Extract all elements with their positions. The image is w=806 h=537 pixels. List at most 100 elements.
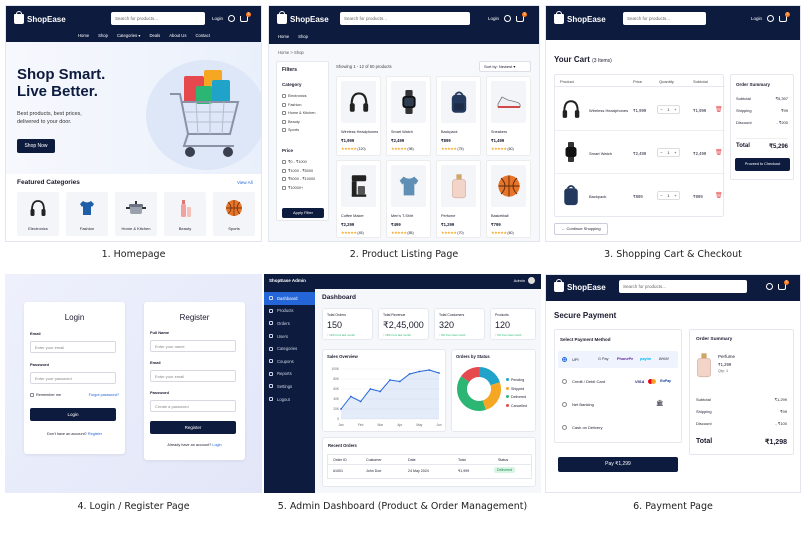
- category-sports[interactable]: Sports: [213, 192, 255, 236]
- logo[interactable]: ShopEase: [554, 11, 606, 24]
- breadcrumb-home[interactable]: Home: [278, 50, 289, 55]
- register-password-field[interactable]: Create a password: [150, 400, 236, 412]
- nav-contact[interactable]: Contact: [195, 33, 209, 38]
- nav-shop[interactable]: Shop: [98, 33, 108, 38]
- product-card[interactable]: Smart Watch ₹2,499 ★★★★★ (98): [386, 76, 431, 156]
- forgot-password-link[interactable]: Forgot password?: [89, 393, 119, 397]
- login-button[interactable]: Login: [30, 408, 116, 421]
- increase-qty[interactable]: +: [674, 193, 676, 198]
- search-input[interactable]: Search for products...: [619, 280, 747, 293]
- method-upi[interactable]: UPI G Pay PhonePe paytm BHIM: [558, 351, 678, 368]
- nav-shop[interactable]: Shop: [298, 34, 308, 39]
- checkbox[interactable]: [282, 102, 286, 107]
- decrease-qty[interactable]: −: [660, 150, 662, 155]
- product-card[interactable]: Basketball ₹799 ★★★★★ (60): [486, 160, 531, 238]
- user-icon[interactable]: [228, 15, 236, 22]
- filter-price-0[interactable]: ₹0 - ₹1000: [282, 158, 315, 167]
- product-card[interactable]: Sneakers ₹1,499 ★★★★★ (60): [486, 76, 531, 156]
- sidebar-item-users[interactable]: Users: [264, 330, 315, 343]
- category-fashion[interactable]: Fashion: [66, 192, 108, 236]
- trash-icon[interactable]: 🗑: [715, 149, 723, 156]
- nav-about[interactable]: About Us: [169, 33, 186, 38]
- user-icon[interactable]: [767, 15, 775, 22]
- register-email-field[interactable]: Enter your email: [150, 370, 236, 382]
- sidebar-item-products[interactable]: Products: [264, 305, 315, 318]
- filter-price-1[interactable]: ₹1000 - ₹5000: [282, 167, 315, 176]
- trash-icon[interactable]: 🗑: [715, 106, 723, 113]
- increase-qty[interactable]: +: [674, 150, 676, 155]
- filter-electronics[interactable]: Electronics: [282, 92, 315, 101]
- product-card[interactable]: Coffee Maker ₹2,299 ★★★★★ (45): [336, 160, 381, 238]
- filter-price-2[interactable]: ₹5000 - ₹10000: [282, 175, 315, 184]
- search-input[interactable]: Search for products...: [340, 12, 470, 25]
- search-input[interactable]: Search for products...: [623, 12, 706, 25]
- product-card[interactable]: Men's T-Shirt ₹499 ★★★★★ (85): [386, 160, 431, 238]
- fullname-field[interactable]: Enter your name: [150, 340, 236, 352]
- method-cod[interactable]: Cash on Delivery: [558, 420, 678, 435]
- nav-categories[interactable]: Categories ▾: [117, 33, 141, 38]
- method-netbanking[interactable]: Net Banking 🏛: [558, 397, 678, 412]
- decrease-qty[interactable]: −: [660, 107, 662, 112]
- checkbox[interactable]: [282, 111, 286, 116]
- cart-icon[interactable]: 3: [779, 11, 791, 22]
- sidebar-item-reports[interactable]: Reports: [264, 368, 315, 381]
- register-link[interactable]: Register: [88, 432, 102, 436]
- shop-now-button[interactable]: Shop Now: [17, 139, 55, 153]
- checkbox[interactable]: [282, 128, 286, 133]
- remember-checkbox[interactable]: [30, 393, 34, 397]
- sidebar-item-dashboard[interactable]: Dashboard: [264, 292, 315, 305]
- product-card[interactable]: Backpack ₹899 ★★★★★ (75): [436, 76, 481, 156]
- user-icon[interactable]: [504, 15, 512, 22]
- login-email-field[interactable]: Enter your email: [30, 341, 116, 353]
- table-row[interactable]: #1001 John Doe 24 May 2024 ₹1,999 Delive…: [327, 465, 532, 479]
- cart-icon[interactable]: 3: [240, 11, 252, 22]
- checkbox[interactable]: [282, 160, 286, 164]
- sidebar-item-categories[interactable]: Categories: [264, 342, 315, 355]
- method-card[interactable]: Credit / Debit Card VISA RuPay: [558, 374, 678, 389]
- nav-home[interactable]: Home: [78, 33, 89, 38]
- decrease-qty[interactable]: −: [660, 193, 662, 198]
- quantity-stepper[interactable]: −1 +: [657, 148, 680, 157]
- login-link[interactable]: Login: [751, 16, 762, 21]
- checkbox[interactable]: [282, 94, 286, 98]
- radio[interactable]: [562, 425, 567, 430]
- checkbox[interactable]: [282, 185, 286, 190]
- sidebar-item-coupons[interactable]: Coupons: [264, 355, 315, 368]
- category-beauty[interactable]: Beauty: [164, 192, 206, 236]
- filter-fashion[interactable]: Fashion: [282, 101, 315, 110]
- filter-price-3[interactable]: ₹10000+: [282, 184, 315, 193]
- product-card[interactable]: Perfume ₹1,299 ★★★★★ (70): [436, 160, 481, 238]
- sidebar-item-logout[interactable]: Logout: [264, 393, 315, 406]
- logo[interactable]: ShopEase: [554, 279, 606, 292]
- login-link[interactable]: Login: [488, 16, 499, 21]
- sidebar-item-orders[interactable]: Orders: [264, 317, 315, 330]
- pay-button[interactable]: Pay ₹1,299: [558, 457, 678, 472]
- sort-select[interactable]: Sort by: Newest ▾: [479, 61, 531, 72]
- admin-user[interactable]: Admin: [514, 277, 535, 284]
- cart-icon[interactable]: 3: [778, 279, 789, 290]
- checkbox[interactable]: [282, 168, 286, 173]
- remember-me[interactable]: Remember me: [30, 393, 61, 397]
- proceed-to-checkout-button[interactable]: Proceed to Checkout: [735, 158, 790, 171]
- quantity-stepper[interactable]: −1 +: [657, 105, 680, 114]
- category-electronics[interactable]: Electronics: [17, 192, 59, 236]
- filter-sports[interactable]: Sports: [282, 126, 315, 135]
- apply-filter-button[interactable]: Apply Filter: [282, 208, 324, 218]
- nav-home[interactable]: Home: [278, 34, 289, 39]
- user-icon[interactable]: [766, 283, 773, 290]
- view-all-link[interactable]: View All: [237, 180, 253, 185]
- checkbox[interactable]: [282, 177, 286, 182]
- increase-qty[interactable]: +: [674, 107, 676, 112]
- login-link[interactable]: Login: [212, 16, 223, 21]
- continue-shopping-button[interactable]: ← Continue Shopping: [554, 223, 608, 235]
- sidebar-item-settings[interactable]: Settings: [264, 380, 315, 393]
- filter-beauty[interactable]: Beauty: [282, 118, 315, 127]
- login-password-field[interactable]: Enter your password: [30, 372, 116, 384]
- checkbox[interactable]: [282, 119, 286, 124]
- logo[interactable]: ShopEase: [277, 11, 329, 24]
- category-home-kitchen[interactable]: Home & Kitchen: [115, 192, 157, 236]
- avatar[interactable]: [528, 277, 535, 284]
- logo[interactable]: ShopEase: [14, 11, 66, 24]
- login-link[interactable]: Login: [212, 443, 221, 447]
- search-input[interactable]: Search for products...: [111, 12, 205, 25]
